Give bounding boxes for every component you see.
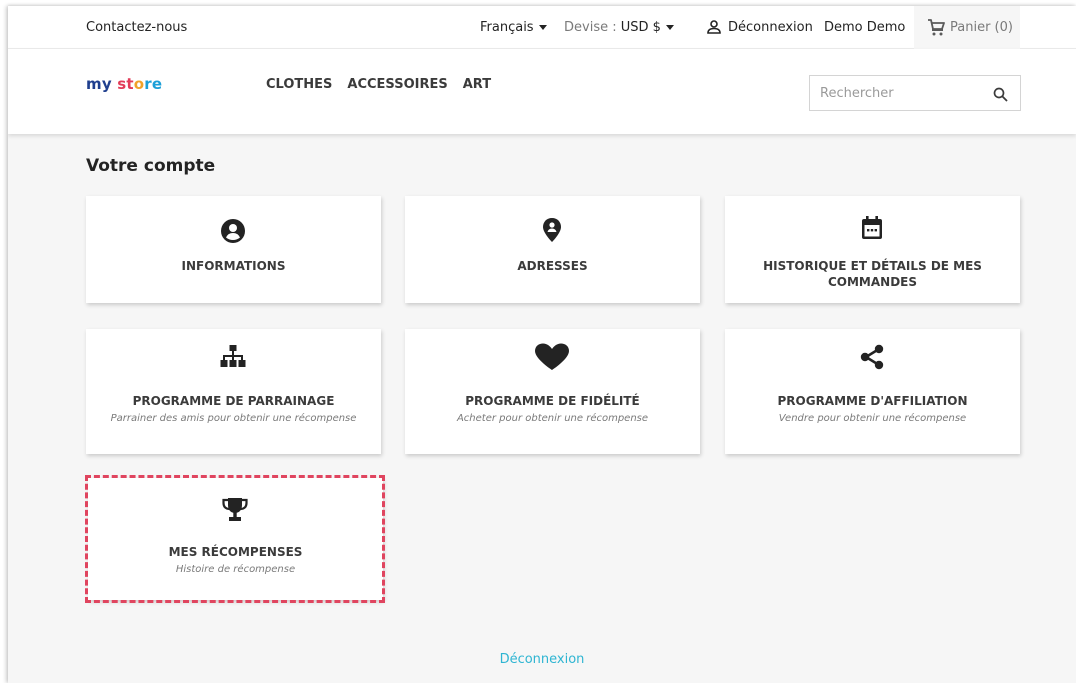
tile-title: HISTORIQUE ET DÉTAILS DE MES COMMANDES xyxy=(763,259,982,289)
main-nav: CLOTHES ACCESSOIRES ART xyxy=(266,77,506,92)
browser-page: Contactez-nous Français Devise : USD $ D… xyxy=(8,6,1076,683)
chevron-down-icon xyxy=(665,25,674,30)
shopping-cart-icon xyxy=(928,19,945,36)
account-tile-adresses[interactable]: ADRESSES xyxy=(405,196,700,303)
chevron-down-icon xyxy=(538,25,547,30)
calendar-icon xyxy=(862,216,882,239)
tile-title: ADRESSES xyxy=(517,259,588,273)
language-selector[interactable]: Français xyxy=(480,20,547,35)
account-tile-informations[interactable]: INFORMATIONS xyxy=(86,196,381,303)
sitemap-icon xyxy=(220,345,246,367)
contact-link[interactable]: Contactez-nous xyxy=(86,20,187,35)
location-pin-icon xyxy=(543,218,561,242)
tile-title: PROGRAMME DE FIDÉLITÉ xyxy=(465,394,640,408)
logout-link[interactable]: Déconnexion xyxy=(728,20,813,35)
account-tile-affiliation[interactable]: PROGRAMME D'AFFILIATION Vendre pour obte… xyxy=(725,329,1020,454)
trophy-icon xyxy=(222,498,248,521)
tile-subtitle: Parrainer des amis pour obtenir une réco… xyxy=(110,413,357,424)
user-icon xyxy=(707,20,721,34)
search-box xyxy=(809,75,1021,111)
page-title: Votre compte xyxy=(86,156,216,176)
tile-subtitle: Vendre pour obtenir une récompense xyxy=(778,413,967,424)
share-icon xyxy=(860,344,884,370)
cart-button[interactable]: Panier (0) xyxy=(914,6,1020,49)
store-logo[interactable]: my store xyxy=(86,75,162,93)
account-tile-loyalty[interactable]: PROGRAMME DE FIDÉLITÉ Acheter pour obten… xyxy=(405,329,700,454)
tile-title: INFORMATIONS xyxy=(181,259,286,273)
top-bar: Contactez-nous Français Devise : USD $ D… xyxy=(8,6,1076,49)
footer-logout-link[interactable]: Déconnexion xyxy=(8,652,1076,667)
tile-title: PROGRAMME DE PARRAINAGE xyxy=(132,394,335,408)
nav-item-clothes[interactable]: CLOTHES xyxy=(266,77,332,92)
account-tile-referral[interactable]: PROGRAMME DE PARRAINAGE Parrainer des am… xyxy=(86,329,381,454)
tile-subtitle: Histoire de récompense xyxy=(175,564,296,575)
site-header: my store CLOTHES ACCESSOIRES ART xyxy=(8,49,1076,134)
currency-selector[interactable]: Devise : USD $ xyxy=(564,20,674,35)
tile-title: MES RÉCOMPENSES xyxy=(168,545,303,559)
nav-item-art[interactable]: ART xyxy=(463,77,491,92)
heart-icon xyxy=(535,343,569,370)
nav-item-accessoires[interactable]: ACCESSOIRES xyxy=(347,77,447,92)
currency-value: USD $ xyxy=(620,20,661,35)
cart-label: Panier (0) xyxy=(950,20,1013,35)
search-icon[interactable] xyxy=(993,87,1008,102)
tile-subtitle: Acheter pour obtenir une récompense xyxy=(456,413,649,424)
account-circle-icon xyxy=(221,219,245,243)
search-input[interactable] xyxy=(810,76,985,110)
currency-label: Devise : xyxy=(564,20,617,35)
language-label: Français xyxy=(480,20,534,35)
account-tile-my-rewards[interactable]: MES RÉCOMPENSES Histoire de récompense xyxy=(88,478,383,600)
tile-title: PROGRAMME D'AFFILIATION xyxy=(777,394,968,408)
account-tile-order-history[interactable]: HISTORIQUE ET DÉTAILS DE MES COMMANDES xyxy=(725,196,1020,303)
account-name-link[interactable]: Demo Demo xyxy=(824,20,905,35)
